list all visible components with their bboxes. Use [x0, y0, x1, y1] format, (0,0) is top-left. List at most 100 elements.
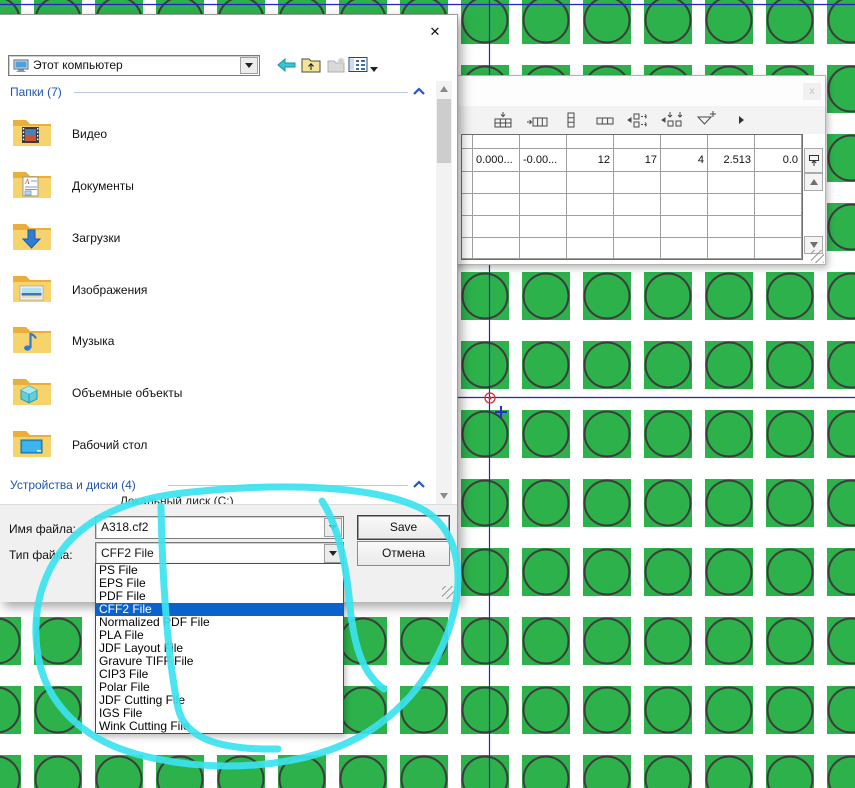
- panel-resize-grip[interactable]: [811, 250, 824, 263]
- table-cell[interactable]: -0.00...: [520, 149, 567, 172]
- table-cell[interactable]: [462, 194, 473, 216]
- table-cell[interactable]: [567, 172, 614, 194]
- table-cell[interactable]: 12: [567, 149, 614, 172]
- collapse-chevron-icon[interactable]: [412, 480, 426, 489]
- table-cell[interactable]: [462, 238, 473, 259]
- table-cell[interactable]: [567, 216, 614, 238]
- insert-row-below-icon[interactable]: [486, 109, 520, 131]
- scroll-up-icon[interactable]: [436, 81, 452, 97]
- table-cell[interactable]: [661, 216, 708, 238]
- table-cell[interactable]: 0.0: [755, 149, 802, 172]
- filter-add-icon[interactable]: [690, 109, 724, 131]
- table-cell[interactable]: [614, 216, 661, 238]
- table-cell[interactable]: [473, 238, 520, 259]
- table-cell[interactable]: [473, 194, 520, 216]
- table-cell[interactable]: [755, 135, 802, 149]
- documents-folder-icon: A: [13, 172, 51, 198]
- table-cell[interactable]: [614, 172, 661, 194]
- table-cell[interactable]: [520, 135, 567, 149]
- scrollbar-thumb[interactable]: [437, 99, 451, 163]
- split-rows-icon[interactable]: [554, 109, 588, 131]
- section-devices-label: Устройства и диски (4): [10, 478, 136, 492]
- table-cell[interactable]: [567, 135, 614, 149]
- table-cell[interactable]: [708, 216, 755, 238]
- table-cell[interactable]: [755, 194, 802, 216]
- list-scrollbar[interactable]: [436, 81, 452, 504]
- more-icon[interactable]: [724, 109, 758, 131]
- section-folders-label: Папки (7): [10, 85, 62, 99]
- cad-table-panel: x 0.000... -0.00... 12 17 4 2.513 0.0: [449, 75, 826, 265]
- drive-item-partial[interactable]: Локальный диск (С:): [120, 494, 234, 504]
- location-combobox[interactable]: Этот компьютер: [8, 55, 260, 76]
- filetype-combobox[interactable]: CFF2 File: [95, 542, 344, 565]
- pictures-folder-icon: [13, 276, 51, 302]
- folder-item-3d-objects[interactable]: Объемные объекты: [10, 370, 420, 418]
- filetype-dropdown-button[interactable]: [324, 544, 342, 563]
- table-cell[interactable]: [462, 149, 473, 172]
- location-dropdown-button[interactable]: [240, 57, 258, 74]
- scroll-up-button[interactable]: [804, 173, 823, 191]
- table-cell[interactable]: [708, 194, 755, 216]
- table-cell[interactable]: 17: [614, 149, 661, 172]
- collapse-chevron-icon[interactable]: [412, 87, 426, 96]
- table-toolbar: [450, 106, 825, 134]
- table-cell[interactable]: [708, 238, 755, 259]
- table-cell[interactable]: [462, 172, 473, 194]
- table-cell[interactable]: [755, 172, 802, 194]
- table-cell[interactable]: [462, 135, 473, 149]
- table-cell[interactable]: [462, 216, 473, 238]
- split-columns-icon[interactable]: [588, 109, 622, 131]
- table-cell[interactable]: 4: [661, 149, 708, 172]
- folder-item-downloads[interactable]: Загрузки: [10, 215, 420, 263]
- type-option[interactable]: Wink Cutting File: [96, 720, 343, 733]
- table-cell[interactable]: 0.000...: [473, 149, 520, 172]
- table-cell[interactable]: [614, 238, 661, 259]
- folder-item-documents[interactable]: A Документы: [10, 163, 420, 211]
- parameters-table[interactable]: 0.000... -0.00... 12 17 4 2.513 0.0: [461, 134, 803, 260]
- table-cell[interactable]: [473, 172, 520, 194]
- table-cell[interactable]: [614, 135, 661, 149]
- panel-close-button[interactable]: x: [803, 83, 821, 100]
- table-cell[interactable]: [614, 194, 661, 216]
- table-cell[interactable]: [708, 172, 755, 194]
- table-cell[interactable]: [473, 135, 520, 149]
- filename-dropdown-button[interactable]: [324, 518, 342, 537]
- save-button[interactable]: Save: [357, 515, 450, 540]
- table-cell[interactable]: [661, 172, 708, 194]
- cancel-button[interactable]: Отмена: [357, 541, 450, 566]
- table-cell[interactable]: [755, 238, 802, 259]
- table-cell[interactable]: [473, 216, 520, 238]
- table-cell[interactable]: [661, 194, 708, 216]
- filename-label: Имя файла:: [9, 522, 76, 536]
- distribute-horizontal-icon[interactable]: [622, 109, 656, 131]
- folder-item-music[interactable]: Музыка: [10, 318, 420, 366]
- table-cell[interactable]: 2.513: [708, 149, 755, 172]
- table-cell[interactable]: [661, 135, 708, 149]
- table-cell[interactable]: [708, 135, 755, 149]
- view-menu-caret-icon[interactable]: [368, 60, 380, 78]
- table-cell[interactable]: [661, 238, 708, 259]
- dialog-close-button[interactable]: ✕: [424, 21, 446, 43]
- section-rule: [74, 92, 408, 93]
- dialog-resize-grip[interactable]: [442, 586, 455, 599]
- new-folder-icon[interactable]: [326, 55, 346, 73]
- insert-column-right-icon[interactable]: [520, 109, 554, 131]
- folder-item-pictures[interactable]: Изображения: [10, 267, 420, 315]
- up-one-level-icon[interactable]: [301, 55, 321, 73]
- table-cell[interactable]: [567, 238, 614, 259]
- video-folder-icon: [13, 120, 51, 146]
- table-cell[interactable]: [567, 194, 614, 216]
- table-cell[interactable]: [520, 172, 567, 194]
- filename-combobox[interactable]: A318.cf2: [95, 516, 344, 539]
- table-cell[interactable]: [520, 194, 567, 216]
- folder-item-desktop[interactable]: Рабочий стол: [10, 422, 420, 470]
- table-cell[interactable]: [520, 216, 567, 238]
- scroll-down-icon[interactable]: [436, 488, 452, 504]
- distribute-vertical-icon[interactable]: [656, 109, 690, 131]
- back-icon[interactable]: [276, 56, 296, 74]
- scroll-pin-button[interactable]: [804, 148, 823, 173]
- table-cell[interactable]: [520, 238, 567, 259]
- table-cell[interactable]: [755, 216, 802, 238]
- view-menu-icon[interactable]: [348, 55, 368, 73]
- folder-item-video[interactable]: Видео: [10, 111, 420, 159]
